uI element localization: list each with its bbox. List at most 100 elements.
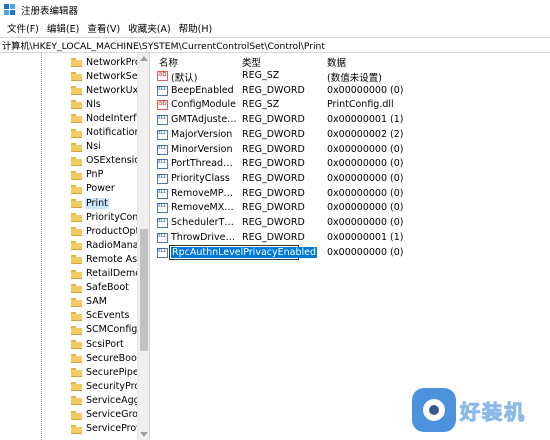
tree-item[interactable]: OSExtensionI [0,154,149,168]
value-row[interactable]: PortThreadPri... REG_DWORD 0x00000000 (0) [154,157,550,171]
menu-help[interactable]: 帮助(H) [175,21,217,35]
folder-icon [71,283,82,293]
value-data: 0x00000002 (2) [327,128,404,140]
rename-input[interactable]: RpcAuthnLevelPrivacyEnabled [169,245,318,261]
tree-item[interactable]: SecurePipeSe [0,365,149,379]
tree-item[interactable]: Notifications [0,126,149,140]
tree-scrollbar[interactable] [137,53,149,440]
address-path[interactable]: 计算机\HKEY_LOCAL_MACHINE\SYSTEM\CurrentCon… [2,38,325,52]
scroll-down-arrow-icon[interactable] [140,432,148,437]
dword-value-icon [157,159,168,170]
tree-item[interactable]: ServiceProvic [0,422,149,436]
value-data: 0x00000001 (1) [327,231,404,243]
value-type: REG_DWORD [242,231,305,243]
value-name: MinorVersion [171,143,233,155]
value-name: (默认) [171,73,198,84]
tree-item[interactable]: Print [0,196,149,210]
value-type: REG_DWORD [242,84,305,96]
tree-item[interactable]: PnP [0,168,149,182]
tree-item[interactable]: ScEvents [0,309,149,323]
tree-item-label: Power [86,183,115,195]
menu-file[interactable]: 文件(F) [3,21,43,35]
folder-icon [71,128,82,138]
value-row[interactable]: ConfigModule REG_SZ PrintConfig.dll [154,98,550,112]
folder-icon [71,269,82,279]
value-row[interactable]: PriorityClass REG_DWORD 0x00000000 (0) [154,172,550,186]
column-header-type[interactable]: 类型 [242,55,261,69]
folder-icon [71,142,82,152]
tree-item[interactable]: NetworkProv [0,55,149,69]
tree-item[interactable]: SafeBoot [0,281,149,295]
tree-item[interactable]: ServiceAggre [0,393,149,407]
tree-item[interactable]: NetworkUxM [0,83,149,97]
tree-item[interactable]: SAM [0,295,149,309]
value-type: REG_DWORD [242,172,305,184]
folder-icon [71,255,82,265]
tree-item[interactable]: RadioManag [0,238,149,252]
tree-item[interactable]: Nsi [0,140,149,154]
tree-item[interactable]: Remote Assis [0,252,149,266]
folder-icon [71,199,82,208]
watermark-logo: 好装机 [412,388,542,434]
column-header-data[interactable]: 数据 [327,55,346,69]
tree-item-label: ScEvents [86,310,130,322]
value-row[interactable]: MajorVersion REG_DWORD 0x00000002 (2) [154,128,550,142]
value-row[interactable]: MinorVersion REG_DWORD 0x00000000 (0) [154,143,550,157]
folder-icon [71,86,82,96]
folder-icon [71,213,82,223]
rename-input-text[interactable]: RpcAuthnLevelPrivacyEnabled [171,247,318,259]
menu-edit[interactable]: 编辑(E) [43,21,83,35]
dword-value-icon [157,144,168,155]
value-data: 0x00000000 (0) [327,172,404,184]
value-type: REG_DWORD [242,128,305,140]
value-name: ConfigModule [171,99,237,111]
value-name: ThrowDriverEx... [171,231,237,243]
dword-value-icon [157,85,168,96]
tree-item[interactable]: Power [0,182,149,196]
value-row[interactable]: GMTAdjustedF... REG_DWORD 0x00000001 (1) [154,113,550,127]
value-data: 0x00000000 (0) [327,143,404,155]
folder-icon [71,424,82,434]
folder-icon [71,72,82,82]
folder-icon [71,354,82,364]
tree-item[interactable]: NetworkSetu [0,69,149,83]
value-data: 0x00000000 (0) [327,84,404,96]
menu-view[interactable]: 查看(V) [83,21,124,35]
value-row[interactable]: RemoveMPDW REG_DWORD 0x00000000 (0) [154,187,550,201]
tree-item-label: RetailDemo [86,268,142,279]
column-header-name[interactable]: 名称 [159,55,178,69]
string-value-icon [157,99,168,111]
tree-item-label: ScsiPort [86,338,124,350]
scrollbar-thumb[interactable] [140,229,148,351]
address-bar[interactable]: 计算机\HKEY_LOCAL_MACHINE\SYSTEM\CurrentCon… [0,37,550,53]
tree-item-label: PnP [86,169,104,181]
value-data: (数值未设置) [327,73,382,84]
folder-icon [71,170,82,180]
folder-icon [71,325,82,335]
tree-item[interactable]: ProductOptic [0,224,149,238]
value-row-editing[interactable]: RpcAuthnLevelPrivacyEnabled 0x00000000 (0… [154,245,550,261]
menu-favorites[interactable]: 收藏夹(A) [124,21,174,35]
value-row[interactable]: ThrowDriverEx... REG_DWORD 0x00000001 (1) [154,231,550,245]
key-tree: NetworkProv NetworkSetu NetworkUxM Nls NodeI… [0,53,150,440]
value-name: RemoveMXDW [171,202,237,214]
tree-item[interactable]: RetailDemo [0,267,149,281]
dword-value-icon [157,203,168,214]
value-row[interactable]: RemoveMXDW REG_DWORD 0x00000000 (0) [154,201,550,215]
tree-item[interactable]: ServiceGroup [0,408,149,422]
value-row[interactable]: (默认) REG_SZ (数值未设置) [154,69,550,84]
string-value-icon [157,70,168,81]
tree-item[interactable]: NodeInterfac [0,111,149,125]
tree-item[interactable]: ScsiPort [0,337,149,351]
tree-item[interactable]: PriorityContro [0,210,149,224]
tree-item[interactable]: SecureBoot [0,351,149,365]
tree-item-label: Nsi [86,141,101,153]
tree-item[interactable]: SCMConfig [0,323,149,337]
value-row[interactable]: BeepEnabled REG_DWORD 0x00000000 (0) [154,84,550,98]
scroll-up-arrow-icon[interactable] [140,56,148,61]
tree-item[interactable]: Nls [0,97,149,111]
value-row[interactable]: SchedulerThre... REG_DWORD 0x00000000 (0) [154,216,550,230]
tree-item[interactable]: SecurityProvi [0,379,149,393]
list-header: 名称 类型 数据 [154,53,550,69]
dword-value-icon [157,129,168,140]
